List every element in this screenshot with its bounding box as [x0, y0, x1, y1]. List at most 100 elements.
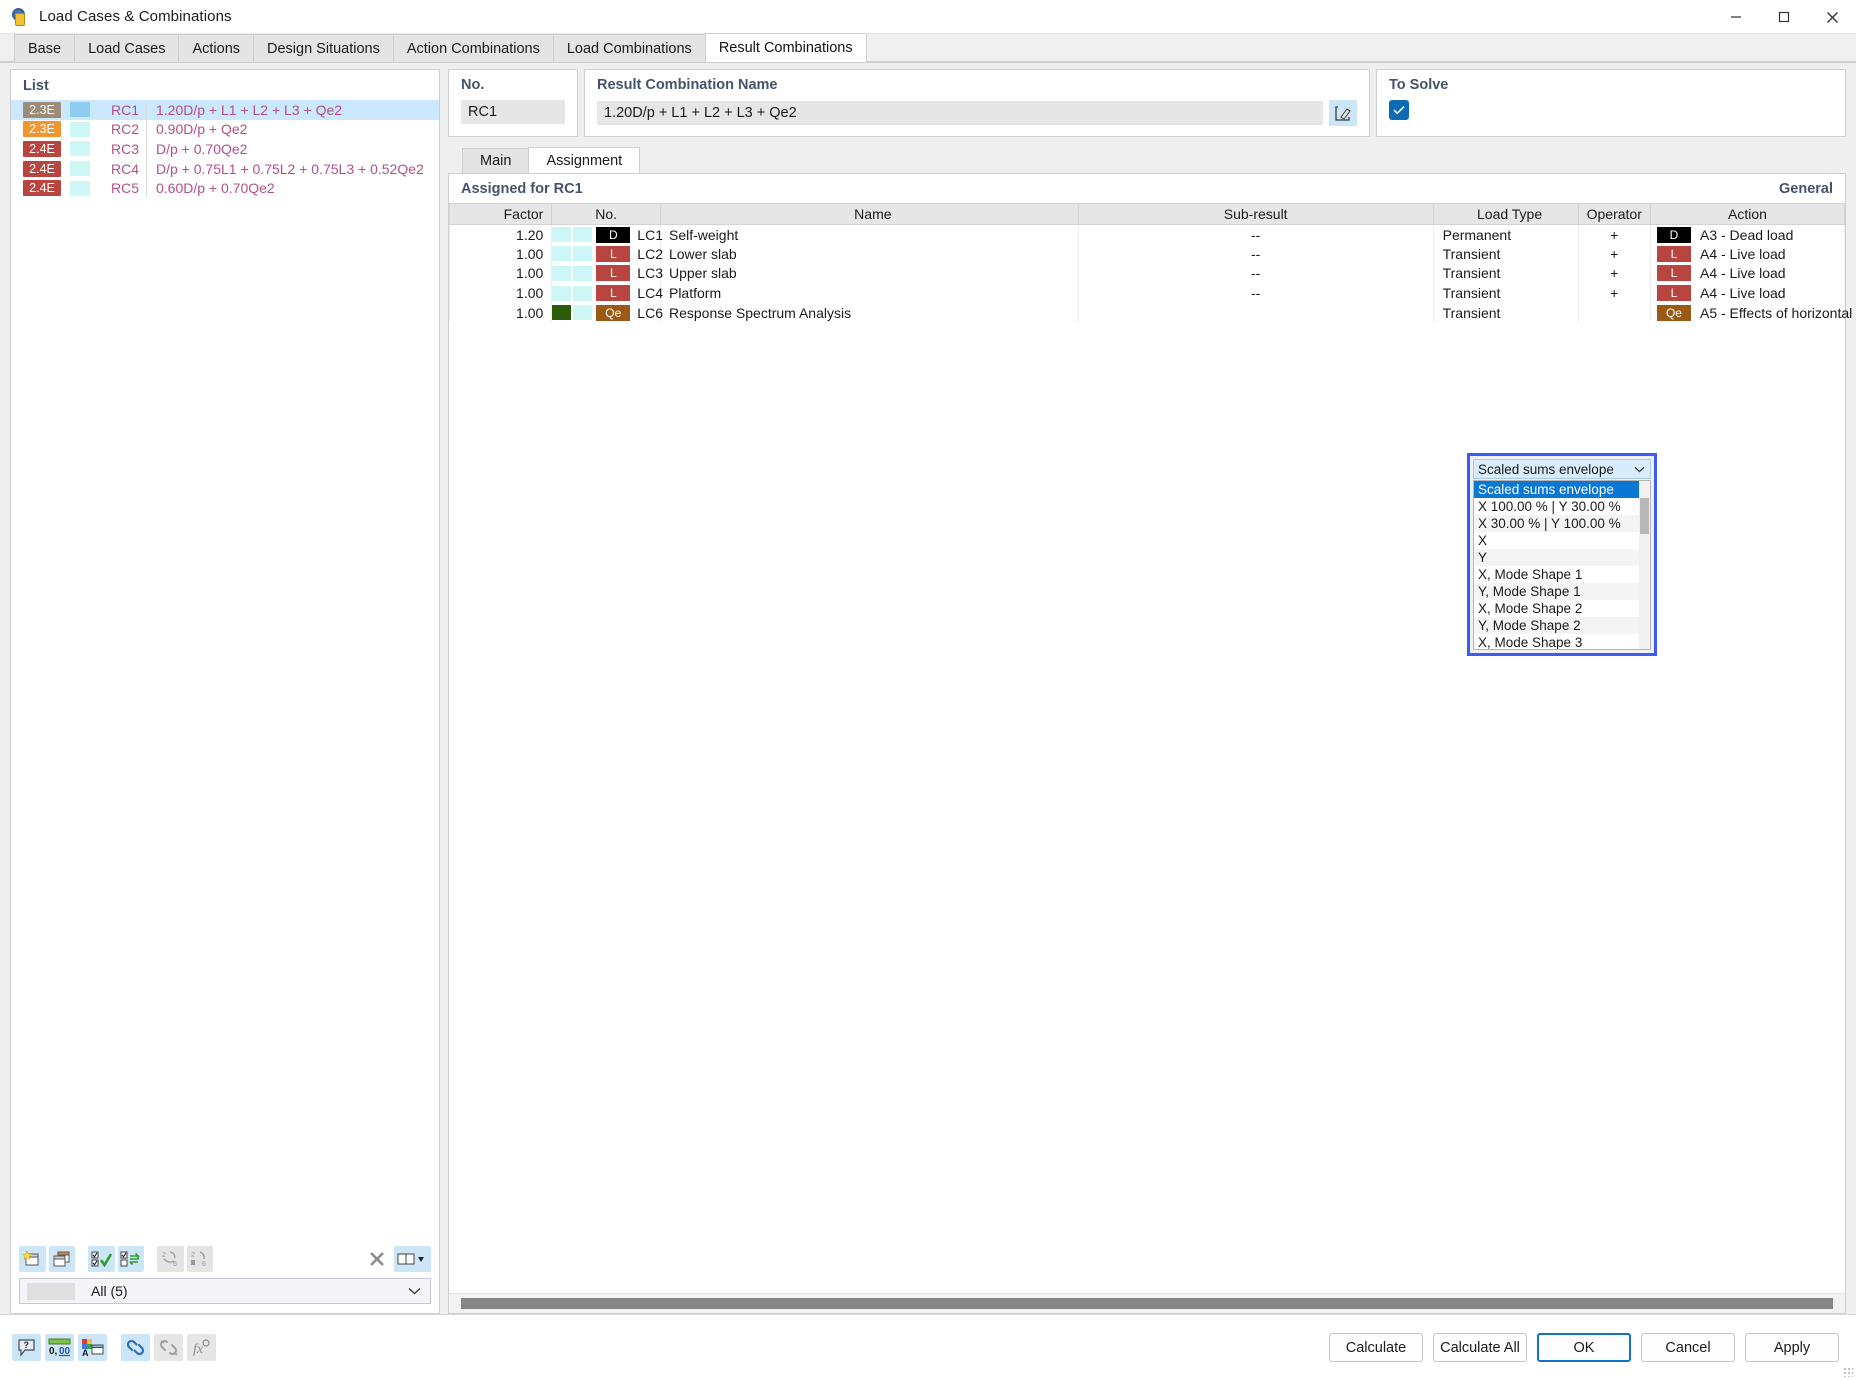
list-item[interactable]: 2.4E RC5 0.60D/p + 0.70Qe2: [11, 178, 439, 198]
cell-factor[interactable]: 1.00: [450, 283, 552, 303]
column-header-action[interactable]: Action: [1650, 204, 1844, 225]
tab-main[interactable]: Main: [462, 148, 529, 173]
load-type-tag: Qe: [596, 305, 630, 321]
select-all-icon[interactable]: [88, 1246, 115, 1272]
apply-button[interactable]: Apply: [1745, 1333, 1839, 1362]
new-item-icon[interactable]: [19, 1246, 46, 1272]
cell-name[interactable]: Response Spectrum Analysis: [660, 303, 1078, 323]
dropdown-option[interactable]: X: [1474, 532, 1650, 549]
column-header-sub-result[interactable]: Sub-result: [1078, 204, 1433, 225]
table-row[interactable]: 1.00 Qe LC6 Response Spectrum Analysis T…: [450, 303, 1845, 323]
name-field[interactable]: 1.20D/p + L1 + L2 + L3 + Qe2: [597, 101, 1323, 125]
minimize-icon[interactable]: [1712, 0, 1760, 34]
resize-grip[interactable]: [1843, 1367, 1853, 1377]
tab-load-cases[interactable]: Load Cases: [74, 34, 179, 62]
sub-result-dropdown[interactable]: Scaled sums envelope Scaled sums envelop…: [1467, 453, 1657, 656]
list-item[interactable]: 2.3E RC1 1.20D/p + L1 + L2 + L3 + Qe2: [11, 100, 439, 120]
to-solve-checkbox[interactable]: [1389, 100, 1409, 120]
list-filter-combobox[interactable]: All (5): [19, 1278, 431, 1304]
cell-operator[interactable]: +: [1578, 244, 1650, 264]
cell-operator[interactable]: [1578, 303, 1650, 323]
scrollbar-thumb[interactable]: [461, 1298, 1833, 1309]
load-type-tag: L: [596, 285, 630, 301]
cell-name[interactable]: Self-weight: [660, 225, 1078, 245]
dropdown-option[interactable]: X, Mode Shape 2: [1474, 600, 1650, 617]
column-header-load-type[interactable]: Load Type: [1433, 204, 1578, 225]
decimal-places-icon[interactable]: 0, 00: [45, 1334, 74, 1361]
close-icon[interactable]: [1808, 0, 1856, 34]
cell-operator[interactable]: +: [1578, 264, 1650, 284]
cell-no[interactable]: D LC1: [552, 225, 661, 245]
cancel-button[interactable]: Cancel: [1641, 1333, 1735, 1362]
column-header-name[interactable]: Name: [660, 204, 1078, 225]
cell-factor[interactable]: 1.20: [450, 225, 552, 245]
cell-sub-result[interactable]: [1078, 303, 1433, 323]
tab-load-combinations[interactable]: Load Combinations: [553, 34, 706, 62]
colors-icon[interactable]: A: [78, 1334, 107, 1361]
cell-no[interactable]: L LC3: [552, 264, 661, 284]
list-item[interactable]: 2.3E RC2 0.90D/p + Qe2: [11, 120, 439, 140]
scrollbar-thumb[interactable]: [1640, 498, 1649, 534]
list-item[interactable]: 2.4E RC3 D/p + 0.70Qe2: [11, 139, 439, 159]
link-icon[interactable]: [121, 1334, 150, 1361]
ok-button[interactable]: OK: [1537, 1333, 1631, 1362]
dropdown-option[interactable]: Y, Mode Shape 2: [1474, 617, 1650, 634]
dropdown-scrollbar[interactable]: [1639, 481, 1650, 649]
cell-factor[interactable]: 1.00: [450, 264, 552, 284]
cell-sub-result[interactable]: --: [1078, 244, 1433, 264]
view-columns-icon[interactable]: [394, 1246, 431, 1272]
column-header-no[interactable]: No.: [552, 204, 661, 225]
cell-factor[interactable]: 1.00: [450, 303, 552, 323]
calculate-button[interactable]: Calculate: [1329, 1333, 1423, 1362]
cell-sub-result[interactable]: --: [1078, 264, 1433, 284]
cell-sub-result[interactable]: --: [1078, 225, 1433, 245]
cell-sub-result[interactable]: --: [1078, 283, 1433, 303]
cell-no[interactable]: L LC4: [552, 283, 661, 303]
column-header-operator[interactable]: Operator: [1578, 204, 1650, 225]
invert-selection-icon[interactable]: [118, 1246, 145, 1272]
column-header-factor[interactable]: Factor: [450, 204, 552, 225]
sub-result-option-list[interactable]: Scaled sums envelope X 100.00 % | Y 30.0…: [1473, 480, 1651, 650]
table-row[interactable]: 1.00 L LC3 Upper slab -- Transient: [450, 264, 1845, 284]
no-field[interactable]: RC1: [461, 100, 565, 124]
sub-result-combobox[interactable]: Scaled sums envelope: [1473, 459, 1651, 479]
cell-no[interactable]: L LC2: [552, 244, 661, 264]
dropdown-option[interactable]: X 30.00 % | Y 100.00 %: [1474, 515, 1650, 532]
table-row[interactable]: 1.00 L LC2 Lower slab -- Transient: [450, 244, 1845, 264]
delete-icon[interactable]: [364, 1246, 391, 1272]
dropdown-option[interactable]: Scaled sums envelope: [1474, 481, 1650, 498]
renumber-icon: 2 6: [157, 1246, 184, 1272]
calculate-all-button[interactable]: Calculate All: [1433, 1333, 1527, 1362]
chevron-down-icon[interactable]: [408, 1287, 421, 1295]
tab-base[interactable]: Base: [14, 34, 75, 62]
help-icon[interactable]: ?: [12, 1334, 41, 1361]
cell-operator[interactable]: +: [1578, 225, 1650, 245]
dropdown-option[interactable]: X 100.00 % | Y 30.00 %: [1474, 498, 1650, 515]
chevron-down-icon[interactable]: [1634, 466, 1645, 473]
tab-assignment[interactable]: Assignment: [528, 147, 640, 173]
list-item[interactable]: 2.4E RC4 D/p + 0.75L1 + 0.75L2 + 0.75L3 …: [11, 159, 439, 179]
dropdown-option[interactable]: X, Mode Shape 1: [1474, 566, 1650, 583]
maximize-icon[interactable]: [1760, 0, 1808, 34]
edit-icon[interactable]: [1329, 100, 1357, 126]
cell-name[interactable]: Upper slab: [660, 264, 1078, 284]
list-item-expression: 0.60D/p + 0.70Qe2: [147, 180, 275, 196]
dropdown-option[interactable]: Y: [1474, 549, 1650, 566]
dropdown-option[interactable]: Y, Mode Shape 1: [1474, 583, 1650, 600]
table-row[interactable]: 1.00 L LC4 Platform -- Transient: [450, 283, 1845, 303]
tab-action-combinations[interactable]: Action Combinations: [393, 34, 554, 62]
cell-operator[interactable]: +: [1578, 283, 1650, 303]
horizontal-scrollbar[interactable]: [449, 1293, 1845, 1313]
copy-item-icon[interactable]: [49, 1246, 76, 1272]
dropdown-option[interactable]: X, Mode Shape 3: [1474, 634, 1650, 650]
main-tabstrip: Base Load Cases Actions Design Situation…: [0, 34, 1856, 63]
tab-actions[interactable]: Actions: [178, 34, 254, 62]
cell-factor[interactable]: 1.00: [450, 244, 552, 264]
cell-name[interactable]: Lower slab: [660, 244, 1078, 264]
tab-design-situations[interactable]: Design Situations: [253, 34, 394, 62]
cell-name[interactable]: Platform: [660, 283, 1078, 303]
table-row[interactable]: 1.20 D LC1 Self-weight -- Permanent: [450, 225, 1845, 245]
tab-result-combinations[interactable]: Result Combinations: [705, 33, 867, 62]
cell-no[interactable]: Qe LC6: [552, 303, 661, 323]
list-groupbox: List 2.3E RC1 1.20D/p + L1 + L2 + L3 + Q…: [10, 69, 440, 1314]
